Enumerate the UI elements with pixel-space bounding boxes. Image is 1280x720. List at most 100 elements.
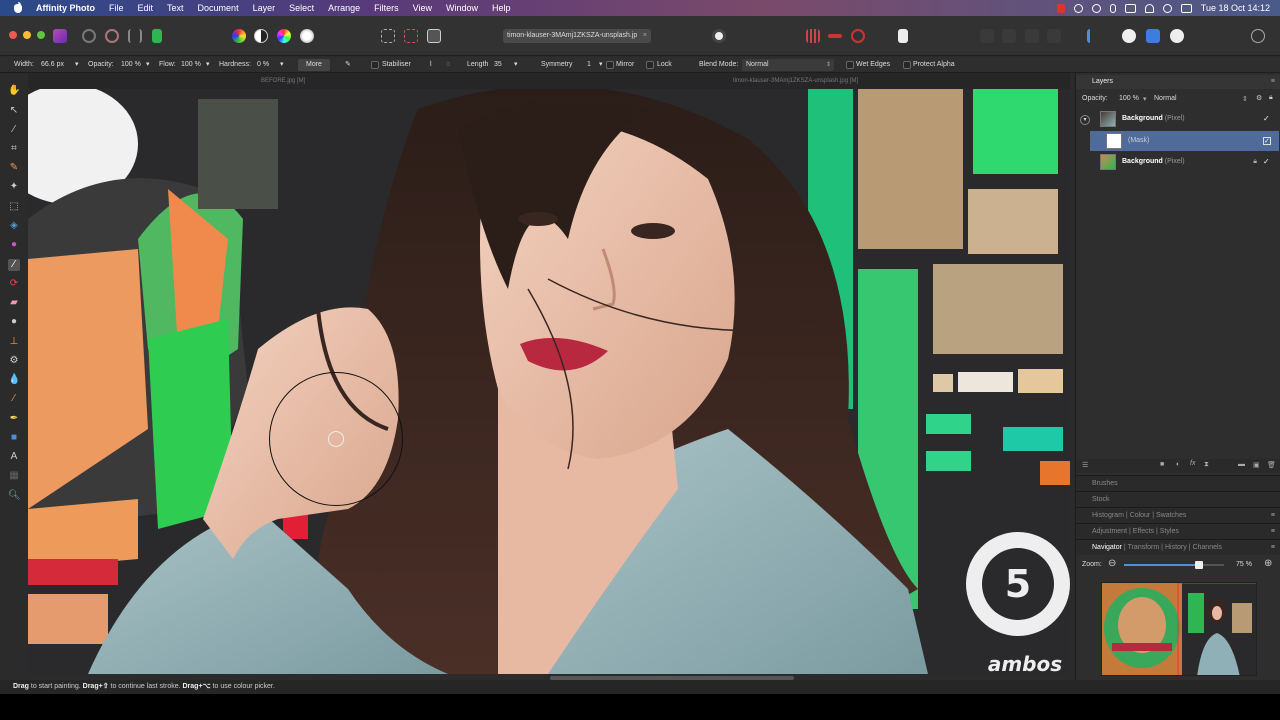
- width-field[interactable]: 66.6 px: [41, 57, 64, 73]
- align-left-icon[interactable]: [980, 29, 994, 43]
- blend-mode-dropdown[interactable]: Normal ⇕: [742, 59, 834, 71]
- creative-cloud-icon[interactable]: [1073, 3, 1083, 13]
- develop-persona-icon[interactable]: [105, 29, 119, 43]
- document-canvas[interactable]: 5 ambos: [28, 89, 1070, 674]
- panel-menu-icon[interactable]: ≡: [1271, 524, 1275, 540]
- lock-icon[interactable]: 🔒︎: [1269, 94, 1273, 102]
- photo-persona-icon[interactable]: [53, 29, 67, 43]
- more-button[interactable]: More: [298, 59, 330, 71]
- menu-text[interactable]: Text: [167, 3, 184, 13]
- tab-swatches[interactable]: Swatches: [1156, 512, 1186, 519]
- dodge-brush-icon[interactable]: ●: [8, 316, 20, 328]
- text-tool-icon[interactable]: A: [8, 451, 20, 463]
- layers-stack-icon[interactable]: ☰: [1082, 461, 1088, 469]
- auto-colours-icon[interactable]: [277, 29, 291, 43]
- layers-panel-header[interactable]: Layers ≡: [1076, 75, 1280, 89]
- brushes-panel-tab[interactable]: Brushes: [1076, 475, 1280, 491]
- flow-field[interactable]: 100 %: [181, 57, 201, 73]
- minimize-window-button[interactable]: [23, 31, 31, 39]
- layer-visibility-checkbox[interactable]: ✓: [1263, 137, 1271, 145]
- zoom-tool-icon[interactable]: 🔍︎: [8, 490, 21, 502]
- tab-histogram[interactable]: Histogram: [1092, 512, 1124, 519]
- smudge-brush-icon[interactable]: ⁄: [8, 393, 20, 405]
- menu-view[interactable]: View: [413, 3, 432, 13]
- arrange-icon[interactable]: [1087, 29, 1101, 43]
- chevron-down-icon[interactable]: ▾: [599, 57, 603, 73]
- chevron-down-icon[interactable]: ▾: [280, 57, 284, 73]
- auto-levels-icon[interactable]: [232, 29, 246, 43]
- subtract-icon[interactable]: [1170, 29, 1184, 43]
- wifi-icon[interactable]: [1144, 3, 1154, 13]
- marquee-selection-icon[interactable]: [381, 29, 395, 43]
- account-icon[interactable]: [1251, 29, 1265, 43]
- paint-brush-icon[interactable]: ⁄: [8, 259, 20, 271]
- liquify-persona-icon[interactable]: [82, 29, 96, 43]
- menu-document[interactable]: Document: [198, 3, 239, 13]
- bluetooth-icon[interactable]: [1109, 3, 1116, 13]
- auto-white-balance-icon[interactable]: [300, 29, 314, 43]
- menu-help[interactable]: Help: [492, 3, 511, 13]
- window-mode-icon[interactable]: ◌: [446, 57, 450, 73]
- chevron-down-icon[interactable]: ▾: [206, 57, 210, 73]
- document-tab[interactable]: timon-klauser-3MAmj1ZKSZA-unsplash.jp ×: [503, 29, 651, 43]
- deselect-icon[interactable]: [404, 29, 418, 43]
- mesh-warp-icon[interactable]: ▦: [8, 470, 20, 482]
- tab-navigator[interactable]: Navigator: [1092, 544, 1122, 551]
- blemish-removal-icon[interactable]: ⚙: [8, 355, 20, 367]
- tab-channels[interactable]: Channels: [1192, 544, 1222, 551]
- menu-window[interactable]: Window: [446, 3, 478, 13]
- search-icon[interactable]: [1162, 3, 1172, 13]
- chevron-updown-icon[interactable]: ⇕: [1242, 95, 1248, 103]
- layer-opacity-field[interactable]: 100 %: [1119, 95, 1139, 102]
- zoom-value[interactable]: 75 %: [1236, 561, 1252, 568]
- crop-tool-icon[interactable]: ⌗: [8, 143, 20, 155]
- volume-icon[interactable]: [1124, 3, 1136, 13]
- layer-visibility-checkbox[interactable]: ✓: [1263, 158, 1271, 166]
- histogram-panel-tabs[interactable]: Histogram | Colour | Swatches ≡: [1076, 507, 1280, 523]
- navigator-panel-tabs[interactable]: Navigator | Transform | History | Channe…: [1076, 539, 1280, 555]
- zoom-in-icon[interactable]: ⊕: [1264, 558, 1272, 569]
- lock-icon[interactable]: 🔒︎: [1253, 158, 1257, 166]
- fx-icon[interactable]: fx: [1190, 460, 1195, 467]
- distribute-icon[interactable]: [1047, 29, 1061, 43]
- auto-contrast-icon[interactable]: [254, 29, 268, 43]
- menu-file[interactable]: File: [109, 3, 124, 13]
- chevron-down-icon[interactable]: ▾: [146, 57, 150, 73]
- protect-alpha-checkbox[interactable]: [903, 61, 911, 69]
- move-tool-icon[interactable]: ↖: [8, 105, 20, 117]
- snapping-magnet-icon[interactable]: [851, 29, 865, 43]
- tab-styles[interactable]: Styles: [1160, 528, 1179, 535]
- flood-fill-icon[interactable]: ◈: [8, 220, 20, 232]
- assistant-icon[interactable]: [828, 34, 842, 38]
- panel-menu-icon[interactable]: ≡: [1271, 508, 1275, 524]
- layer-row-background[interactable]: Background (Pixel) ✓: [1090, 109, 1279, 129]
- symmetry-field[interactable]: 1: [587, 57, 591, 73]
- menu-app-name[interactable]: Affinity Photo: [36, 3, 95, 13]
- quick-mask-icon[interactable]: [712, 29, 726, 43]
- chevron-down-icon[interactable]: ▾: [75, 57, 79, 73]
- folder-icon[interactable]: ▬: [1238, 461, 1245, 468]
- panel-menu-icon[interactable]: ≡: [1271, 75, 1275, 89]
- menu-clock[interactable]: Tue 18 Oct 14:12: [1201, 3, 1270, 13]
- chevron-down-icon[interactable]: ▾: [1143, 95, 1147, 103]
- control-center-icon[interactable]: [1180, 3, 1192, 13]
- tab-colour[interactable]: Colour: [1130, 512, 1151, 519]
- menu-layer[interactable]: Layer: [253, 3, 276, 13]
- new-layer-icon[interactable]: ▣: [1253, 461, 1260, 469]
- zoom-slider-handle[interactable]: [1195, 561, 1203, 569]
- hardness-field[interactable]: 0 %: [257, 57, 269, 73]
- stabiliser-checkbox[interactable]: [371, 61, 379, 69]
- menu-arrange[interactable]: Arrange: [328, 3, 360, 13]
- erase-brush-icon[interactable]: ▰: [8, 297, 20, 309]
- stock-panel-tab[interactable]: Stock: [1076, 491, 1280, 507]
- invert-selection-icon[interactable]: [427, 29, 441, 43]
- intersect-icon[interactable]: [1146, 29, 1160, 43]
- menu-filters[interactable]: Filters: [374, 3, 399, 13]
- wet-edges-checkbox[interactable]: [846, 61, 854, 69]
- tab-transform[interactable]: Transform: [1128, 544, 1160, 551]
- adjustment-icon[interactable]: ◐: [1176, 461, 1180, 468]
- layer-row-background-locked[interactable]: Background (Pixel) 🔒︎ ✓: [1090, 152, 1279, 172]
- layer-visibility-checkbox[interactable]: ✓: [1263, 115, 1271, 123]
- tab-adjustment[interactable]: Adjustment: [1092, 528, 1127, 535]
- rope-mode-icon[interactable]: ⌇: [429, 57, 432, 73]
